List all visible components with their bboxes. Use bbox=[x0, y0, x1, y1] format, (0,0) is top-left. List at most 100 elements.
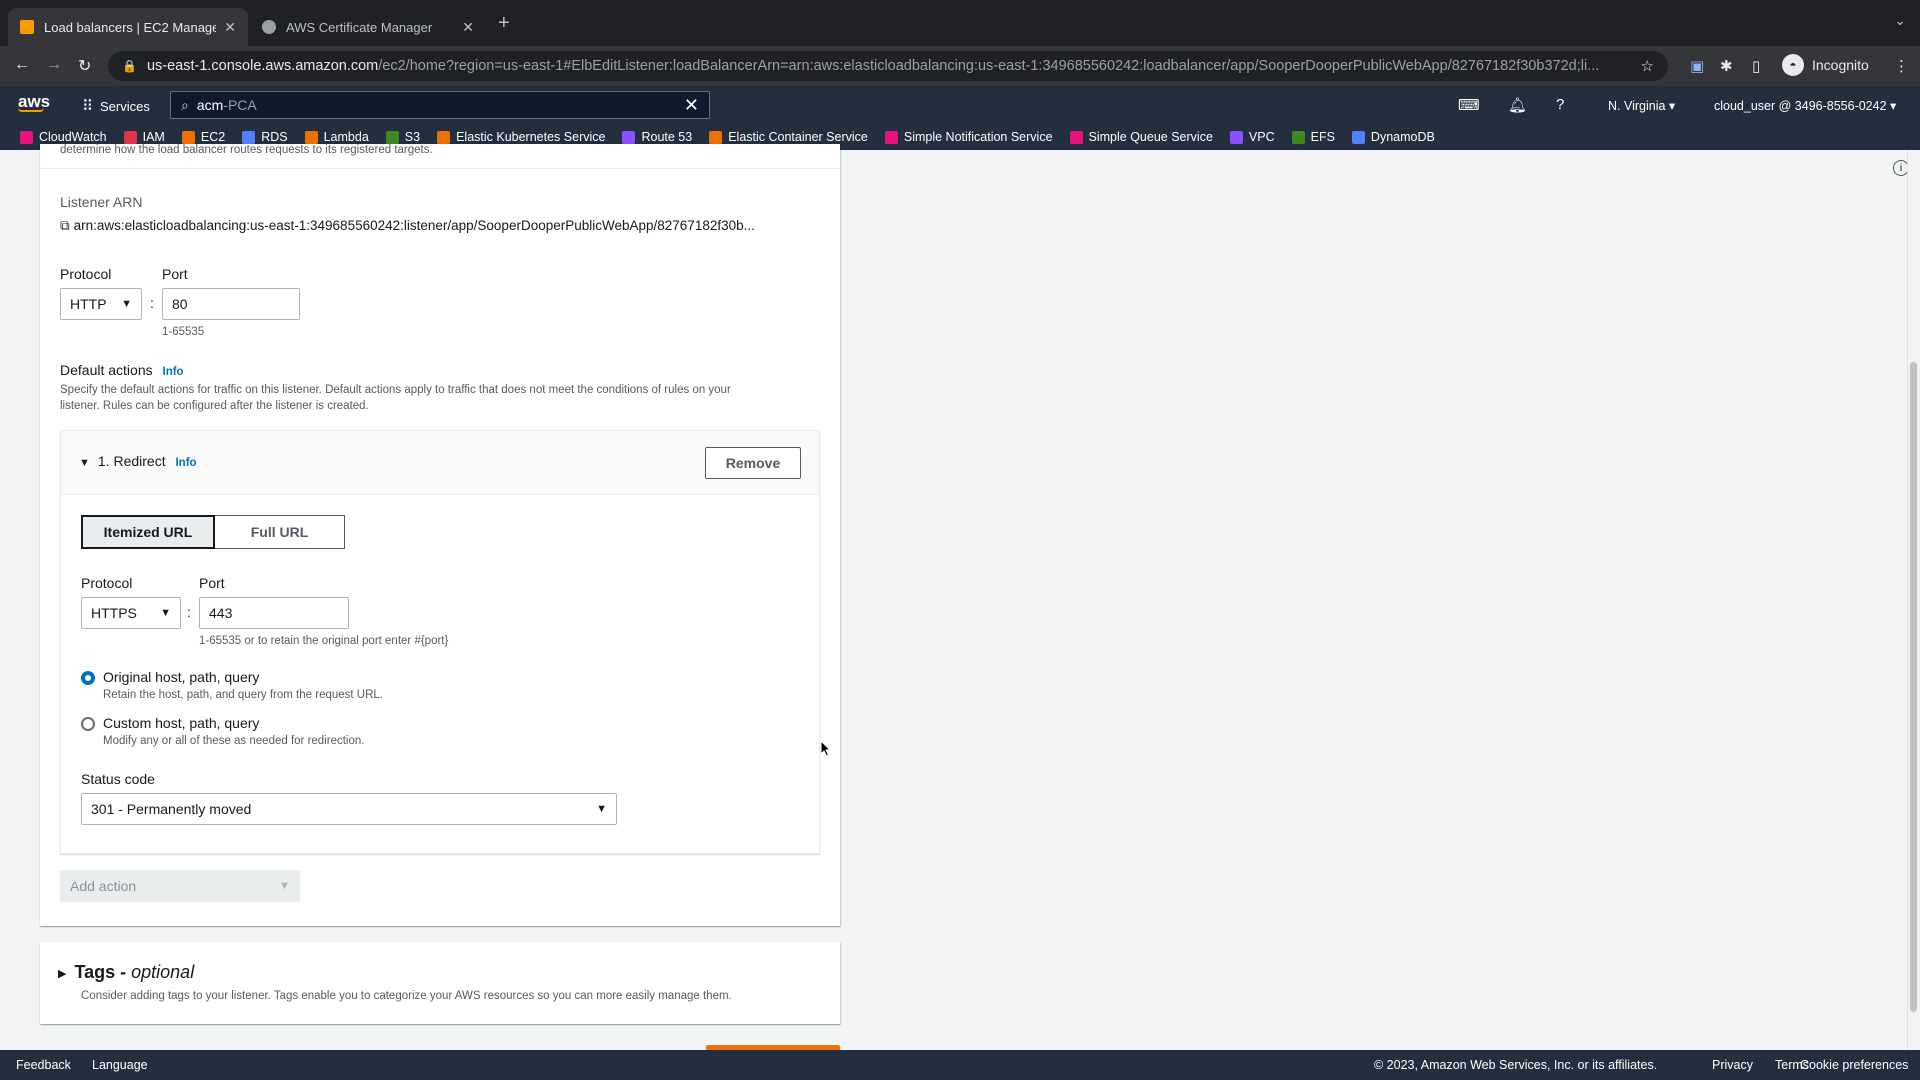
favorite-simple-notification-service[interactable]: Simple Notification Service bbox=[884, 130, 1053, 144]
aws-search-box[interactable]: ⌕ acm -PCA ✕ bbox=[170, 91, 710, 119]
info-link[interactable]: Info bbox=[163, 366, 184, 378]
redirect-action-card: ▼ 1. Redirect Info Remove Itemized URL Fu… bbox=[60, 430, 820, 854]
new-tab-icon[interactable]: + bbox=[498, 12, 510, 35]
browser-toolbar: ← → ↻ 🔒 us-east-1.console.aws.amazon.com… bbox=[0, 46, 1920, 86]
ec2-favicon-icon bbox=[20, 20, 34, 34]
tags-heading[interactable]: ▶ Tags - optional bbox=[58, 962, 194, 983]
browser-tab-bar: Load balancers | EC2 Managem ✕ AWS Certi… bbox=[0, 0, 1920, 46]
services-menu[interactable]: ⠿ Services bbox=[82, 97, 150, 115]
redirect-protocol-select[interactable]: HTTPS ▼ bbox=[81, 597, 181, 629]
original-host-label[interactable]: Original host, path, query bbox=[103, 669, 259, 685]
mouse-cursor-icon bbox=[820, 740, 832, 757]
cookie-preferences-link[interactable]: Cookie preferences bbox=[1800, 1058, 1908, 1072]
favorite-s3[interactable]: S3 bbox=[385, 130, 420, 144]
incognito-profile[interactable]: ◓ Incognito bbox=[1782, 54, 1869, 76]
reload-icon[interactable]: ↻ bbox=[78, 56, 91, 76]
grid-icon: ⠿ bbox=[82, 98, 93, 115]
default-actions-desc-2: listener. Rules can be configured after … bbox=[60, 400, 369, 412]
protocol-select[interactable]: HTTP ▼ bbox=[60, 288, 142, 320]
add-action-select[interactable]: Add action ▼ bbox=[60, 870, 300, 902]
redirect-port-label: Port bbox=[199, 575, 225, 591]
tab-title: Load balancers | EC2 Managem bbox=[44, 19, 217, 35]
favorite-simple-queue-service[interactable]: Simple Queue Service bbox=[1069, 130, 1213, 144]
bookmark-star-icon[interactable]: ☆ bbox=[1641, 57, 1654, 75]
search-icon: ⌕ bbox=[181, 96, 189, 113]
forward-icon[interactable]: → bbox=[46, 56, 62, 74]
section-description: determine how the load balancer routes r… bbox=[60, 144, 433, 156]
caret-down-icon: ▼ bbox=[79, 457, 90, 469]
favorite-cloudwatch[interactable]: CloudWatch bbox=[20, 130, 107, 144]
favorite-ec2[interactable]: EC2 bbox=[181, 130, 225, 144]
protocol-label: Protocol bbox=[60, 266, 112, 282]
close-tab-icon[interactable]: ✕ bbox=[224, 19, 236, 36]
status-code-label: Status code bbox=[81, 771, 155, 787]
caret-down-icon: ▼ bbox=[121, 298, 132, 310]
service-icon bbox=[709, 130, 723, 144]
region-selector[interactable]: N. Virginia ▾ bbox=[1608, 98, 1675, 113]
side-panel-icon[interactable]: ▯ bbox=[1752, 57, 1760, 75]
favorite-dynamodb[interactable]: DynamoDB bbox=[1351, 130, 1435, 144]
close-tab-icon[interactable]: ✕ bbox=[462, 19, 474, 36]
service-icon bbox=[20, 130, 33, 144]
clear-search-icon[interactable]: ✕ bbox=[684, 95, 699, 116]
tab-title: AWS Certificate Manager bbox=[286, 19, 433, 35]
favorite-route-53[interactable]: Route 53 bbox=[622, 130, 692, 144]
scrollbar-thumb[interactable] bbox=[1910, 362, 1917, 1012]
favorite-elastic-container-service[interactable]: Elastic Container Service bbox=[709, 130, 868, 144]
search-suggestion-text: -PCA bbox=[223, 97, 257, 113]
itemized-url-toggle[interactable]: Itemized URL bbox=[81, 515, 215, 549]
copyright-text: © 2023, Amazon Web Services, Inc. or its… bbox=[1374, 1058, 1658, 1072]
info-link[interactable]: Info bbox=[175, 457, 196, 469]
privacy-link[interactable]: Privacy bbox=[1712, 1058, 1753, 1072]
custom-host-radio[interactable] bbox=[81, 717, 95, 731]
aws-logo[interactable]: aws bbox=[18, 92, 50, 112]
port-hint: 1-65535 bbox=[162, 326, 205, 338]
help-icon[interactable]: ? bbox=[1556, 96, 1564, 113]
tab-certificate-manager[interactable]: AWS Certificate Manager ✕ bbox=[250, 8, 486, 46]
service-icon bbox=[437, 130, 451, 144]
full-url-toggle[interactable]: Full URL bbox=[215, 515, 345, 549]
extension-icon[interactable]: ▣ bbox=[1690, 57, 1704, 75]
custom-host-desc: Modify any or all of these as needed for… bbox=[103, 735, 365, 747]
feedback-link[interactable]: Feedback bbox=[16, 1058, 71, 1072]
browser-menu-icon[interactable]: ⋮ bbox=[1894, 57, 1909, 75]
service-icon bbox=[385, 130, 399, 144]
remove-button[interactable]: Remove bbox=[705, 447, 801, 479]
service-icon bbox=[123, 130, 137, 144]
search-typed-text: acm bbox=[196, 97, 224, 113]
main-content: determine how the load balancer routes r… bbox=[0, 144, 1920, 1050]
colon-separator: : bbox=[187, 604, 191, 620]
favorite-efs[interactable]: EFS bbox=[1291, 130, 1335, 144]
favorite-rds[interactable]: RDS bbox=[242, 130, 288, 144]
default-actions-desc-1: Specify the default actions for traffic … bbox=[60, 384, 731, 396]
account-menu[interactable]: cloud_user @ 3496-8556-0242 ▾ bbox=[1714, 98, 1896, 113]
language-link[interactable]: Language bbox=[92, 1058, 148, 1072]
port-input[interactable]: 80 bbox=[162, 288, 300, 320]
service-icon bbox=[1069, 130, 1083, 144]
puzzle-extensions-icon[interactable]: ✱ bbox=[1720, 57, 1733, 75]
status-code-select[interactable]: 301 - Permanently moved ▼ bbox=[81, 793, 617, 825]
listener-arn-label: Listener ARN bbox=[60, 194, 143, 210]
back-icon[interactable]: ← bbox=[14, 56, 30, 74]
lock-icon: 🔒 bbox=[122, 59, 137, 73]
aws-top-nav: aws ⠿ Services ⌕ acm -PCA ✕ ⌨ 🔔︎ ? N. Vi… bbox=[0, 86, 1920, 124]
favorite-iam[interactable]: IAM bbox=[123, 130, 165, 144]
default-actions-heading: Default actions Info bbox=[60, 362, 184, 378]
redirect-title[interactable]: ▼ 1. Redirect Info bbox=[79, 453, 197, 469]
caret-down-icon: ▼ bbox=[279, 880, 290, 892]
custom-host-label[interactable]: Custom host, path, query bbox=[103, 715, 259, 731]
service-icon bbox=[622, 130, 636, 144]
notifications-bell-icon[interactable]: 🔔︎ bbox=[1508, 96, 1527, 114]
favorite-elastic-kubernetes-service[interactable]: Elastic Kubernetes Service bbox=[437, 130, 605, 144]
address-bar[interactable]: 🔒 us-east-1.console.aws.amazon.com/ec2/h… bbox=[108, 51, 1668, 81]
original-host-radio[interactable] bbox=[81, 671, 95, 685]
favorite-lambda[interactable]: Lambda bbox=[304, 130, 369, 144]
redirect-port-input[interactable]: 443 bbox=[199, 597, 349, 629]
caret-down-icon: ▼ bbox=[596, 803, 607, 815]
copy-icon[interactable]: ⧉ bbox=[60, 218, 70, 233]
tab-search-chevron-icon[interactable]: ⌄ bbox=[1894, 12, 1906, 29]
cloudshell-icon[interactable]: ⌨ bbox=[1458, 96, 1480, 114]
tab-load-balancers[interactable]: Load balancers | EC2 Managem ✕ bbox=[8, 8, 248, 46]
favorite-vpc[interactable]: VPC bbox=[1229, 130, 1275, 144]
listener-details-panel: determine how the load balancer routes r… bbox=[40, 144, 840, 926]
